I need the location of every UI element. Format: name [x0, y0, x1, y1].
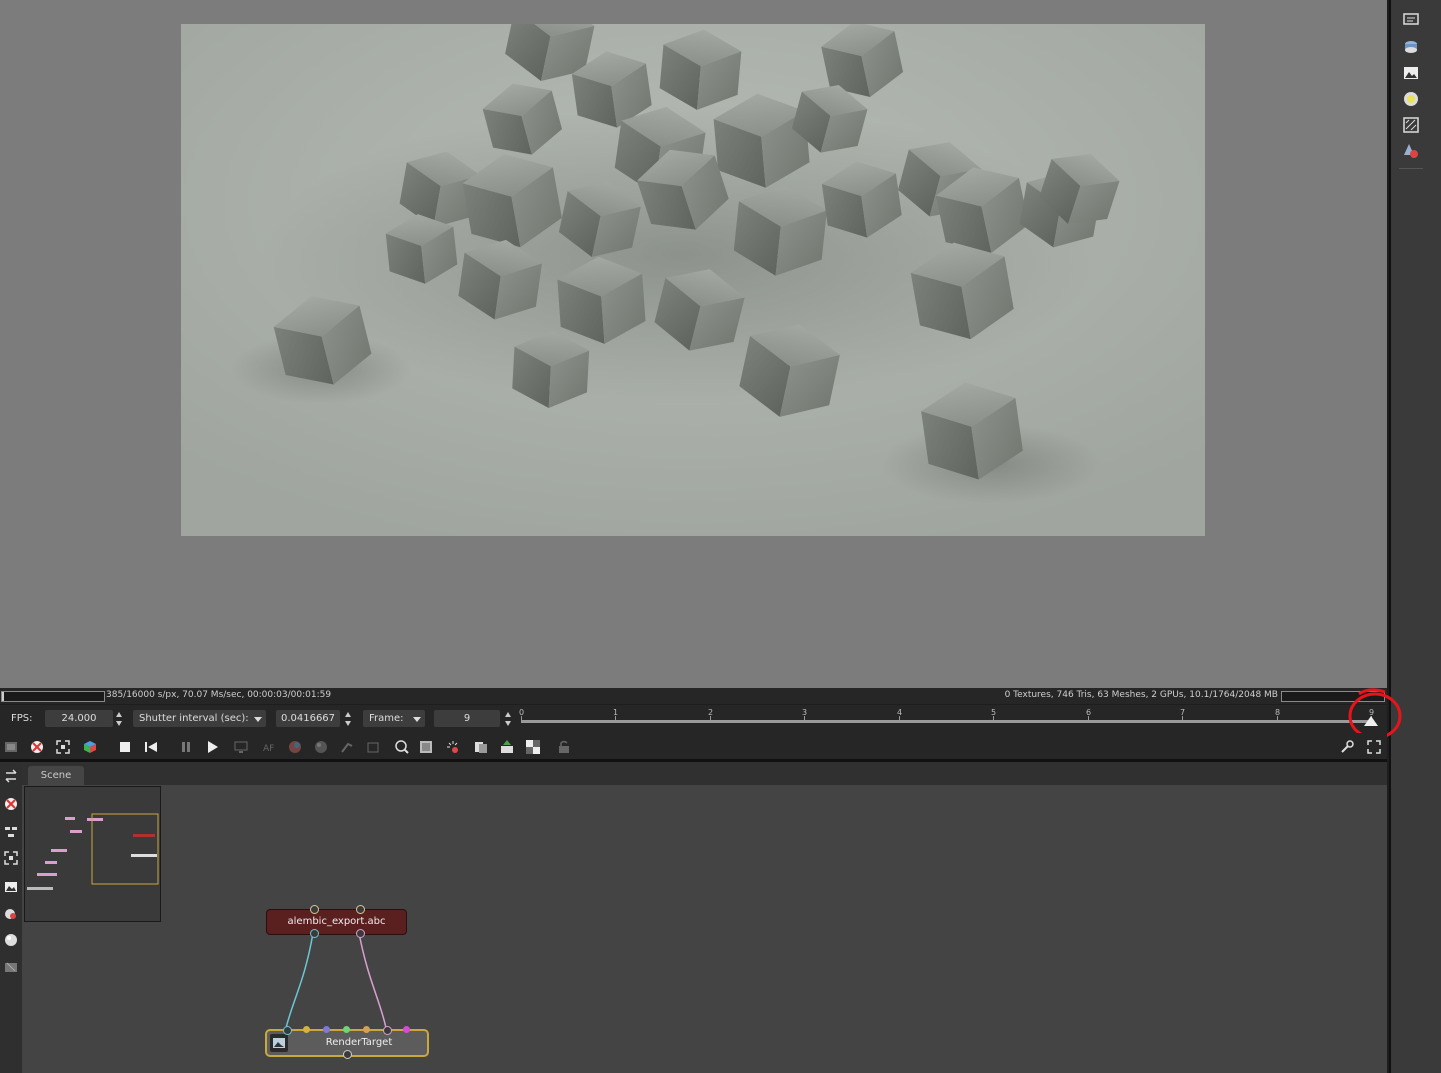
render-progress-bar: [1, 691, 105, 702]
input-pin[interactable]: [303, 1026, 310, 1033]
material-picker-icon[interactable]: [366, 739, 380, 753]
graph-tab-strip: [22, 762, 1387, 785]
output-pin[interactable]: [343, 1050, 352, 1059]
rewind-icon[interactable]: [144, 739, 158, 753]
geometry-icon[interactable]: [1403, 39, 1419, 55]
frame-mode-dropdown[interactable]: Frame:: [363, 710, 425, 727]
timeline-slider[interactable]: 0123456789: [519, 708, 1383, 730]
output-pin-geometry[interactable]: [310, 929, 319, 938]
memory-progress-bar: [1281, 691, 1385, 702]
fit-icon[interactable]: [56, 739, 70, 754]
render-image: [181, 24, 1205, 536]
lock-icon[interactable]: [557, 739, 571, 753]
export-icon[interactable]: [500, 739, 514, 753]
render-stats-text: 385/16000 s/px, 70.07 Ms/sec, 00:00:03/0…: [106, 690, 332, 700]
timeline-handle[interactable]: [1364, 716, 1378, 729]
frame-field[interactable]: 9: [434, 710, 500, 727]
input-pin[interactable]: [323, 1026, 330, 1033]
recenter-icon[interactable]: [30, 739, 44, 753]
node-alembic-export[interactable]: alembic_export.abc: [266, 905, 407, 938]
viewport-toolbar: AF: [0, 733, 1387, 759]
right-sidebar: [1389, 0, 1441, 1073]
render-icon[interactable]: [4, 958, 18, 972]
graph-left-toolbar: [0, 762, 22, 1073]
input-pin[interactable]: [310, 905, 319, 914]
output-pin-camera[interactable]: [356, 929, 365, 938]
zoom-icon[interactable]: [395, 739, 409, 754]
sidebar-divider: [1399, 168, 1423, 169]
focus-icon[interactable]: [340, 739, 354, 753]
stop-icon[interactable]: [118, 739, 132, 753]
input-pin-camera[interactable]: [283, 1026, 292, 1035]
node-alembic-label: alembic_export.abc: [287, 916, 386, 927]
render-viewport[interactable]: [0, 0, 1387, 688]
pause-icon[interactable]: [179, 739, 193, 753]
image-icon[interactable]: [1403, 65, 1419, 81]
shutter-spinner[interactable]: [345, 711, 351, 727]
frame-spinner[interactable]: [505, 711, 511, 727]
node-render-target[interactable]: RenderTarget: [265, 1026, 429, 1059]
frame-label: Frame:: [369, 713, 404, 724]
material-icon[interactable]: [4, 906, 18, 920]
viewport-icon[interactable]: [4, 739, 18, 753]
fps-spinner[interactable]: [116, 711, 122, 727]
shutter-interval-label: Shutter interval (sec):: [139, 713, 249, 724]
input-pin[interactable]: [403, 1026, 410, 1033]
light-icon[interactable]: [1403, 91, 1419, 107]
material-icon[interactable]: [1403, 143, 1419, 159]
fps-label: FPS:: [11, 713, 33, 724]
image-icon[interactable]: [4, 879, 18, 893]
input-pin[interactable]: [343, 1026, 350, 1033]
texture-icon[interactable]: [1403, 117, 1419, 133]
fps-field[interactable]: 24.000: [45, 710, 113, 727]
fit-graph-icon[interactable]: [4, 850, 18, 865]
scene-stats-text: 0 Textures, 746 Tris, 63 Meshes, 2 GPUs,…: [1004, 690, 1278, 700]
render-target-icon: [270, 1034, 288, 1052]
input-pin[interactable]: [356, 905, 365, 914]
display-icon[interactable]: [234, 739, 248, 753]
color-picker-icon[interactable]: [288, 739, 302, 753]
chevron-down-icon: [254, 717, 262, 722]
chevron-down-icon: [413, 717, 421, 722]
sphere-icon[interactable]: [4, 932, 18, 946]
shutter-interval-field[interactable]: 0.0416667: [276, 710, 340, 727]
clay-icon[interactable]: [446, 739, 460, 753]
render-settings-icon[interactable]: [1403, 12, 1419, 28]
status-bar: 385/16000 s/px, 70.07 Ms/sec, 00:00:03/0…: [0, 688, 1387, 704]
timeline-track: [521, 720, 1371, 723]
shutter-interval-dropdown[interactable]: Shutter interval (sec):: [133, 710, 266, 727]
recenter-icon[interactable]: [4, 796, 18, 810]
input-pin[interactable]: [363, 1026, 370, 1033]
fullscreen-icon[interactable]: [1367, 739, 1381, 754]
swap-icon[interactable]: [4, 768, 18, 783]
color-cube-icon[interactable]: [83, 739, 97, 753]
region-icon[interactable]: [419, 739, 433, 753]
graph-minimap[interactable]: [24, 786, 161, 922]
tab-scene[interactable]: Scene: [28, 766, 84, 785]
time-bar: FPS: 24.000 Shutter interval (sec): 0.04…: [0, 688, 1402, 740]
sphere-icon[interactable]: [314, 739, 328, 753]
copy-icon[interactable]: [474, 739, 488, 753]
checker-icon[interactable]: [526, 739, 540, 754]
wrench-icon[interactable]: [1340, 739, 1354, 753]
arrange-icon[interactable]: [4, 824, 18, 838]
node-render-target-label: RenderTarget: [325, 1037, 393, 1048]
af-icon[interactable]: AF: [262, 739, 276, 754]
play-icon[interactable]: [205, 739, 219, 753]
input-pin-geometry[interactable]: [383, 1026, 392, 1035]
node-graph-editor[interactable]: [0, 762, 1387, 1073]
svg-text:AF: AF: [263, 744, 274, 754]
